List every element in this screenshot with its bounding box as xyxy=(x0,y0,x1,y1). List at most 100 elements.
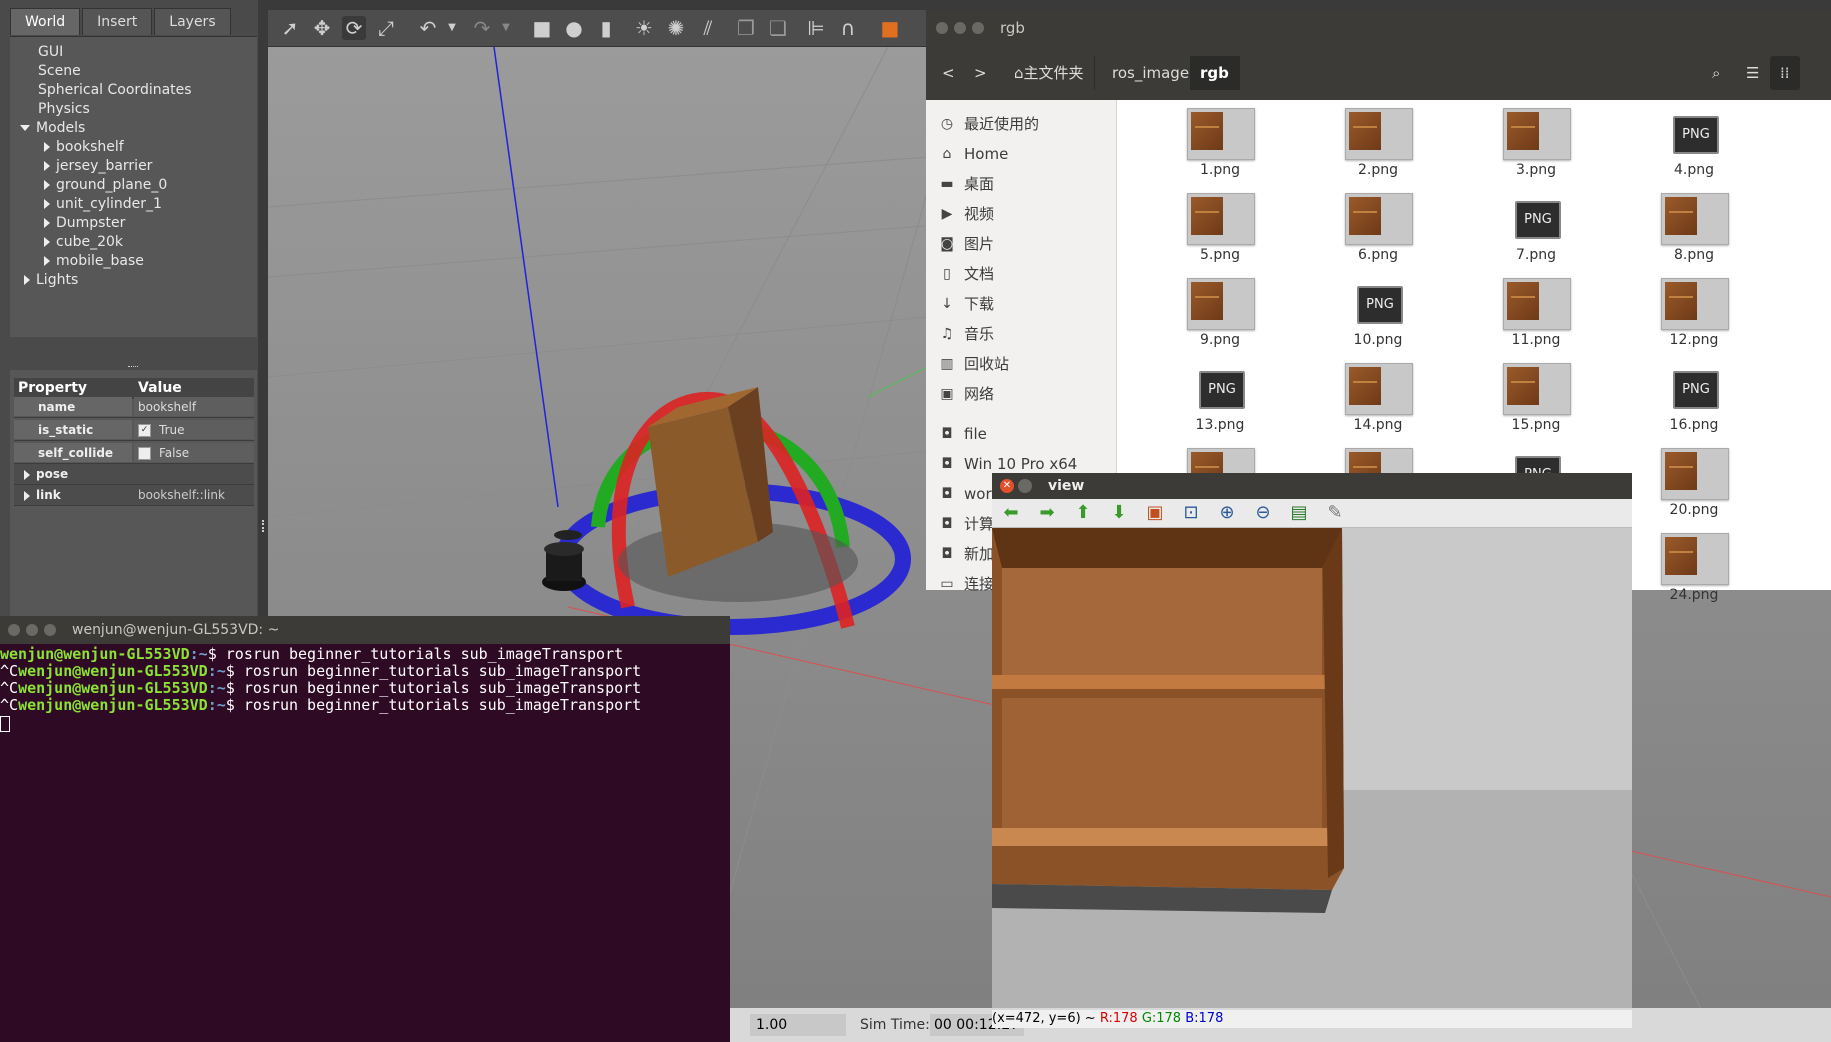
undo-history-icon[interactable]: ▼ xyxy=(440,16,464,40)
point-light-icon[interactable]: ☀ xyxy=(632,16,656,40)
property-row-self-collide[interactable]: self_collide False xyxy=(14,443,254,464)
view-titlebar[interactable]: ✕ view xyxy=(992,473,1632,499)
sidebar-item[interactable]: ◷ 最近使用的 xyxy=(926,110,1116,138)
home-image-icon[interactable]: ▣ xyxy=(1144,502,1166,524)
brush-icon[interactable]: ✎ xyxy=(1324,502,1346,524)
sidebar-item[interactable]: ▶ 视频 xyxy=(926,200,1116,228)
real-time-factor-field[interactable]: 1.00 xyxy=(750,1014,846,1036)
arrow-right-icon[interactable]: ➡ xyxy=(1036,502,1058,524)
screenshot-icon[interactable]: ■ xyxy=(878,16,902,40)
file-item[interactable]: 8.png xyxy=(1631,193,1751,273)
file-item[interactable]: 6.png xyxy=(1315,193,1435,273)
expand-right-icon[interactable] xyxy=(44,142,50,152)
file-item[interactable]: 24.png xyxy=(1631,533,1751,613)
file-item[interactable]: PNG 7.png xyxy=(1473,193,1593,273)
expand-right-icon[interactable] xyxy=(44,256,50,266)
file-item[interactable]: 15.png xyxy=(1473,363,1593,443)
redo-history-icon[interactable]: ▼ xyxy=(494,16,518,40)
property-row-name[interactable]: name bookshelf xyxy=(14,397,254,418)
zoom-rect-icon[interactable]: ⊡ xyxy=(1180,502,1202,524)
sidebar-item[interactable]: ◘ file xyxy=(926,420,1116,448)
tab-insert[interactable]: Insert xyxy=(82,8,153,35)
tree-item-spherical-coordinates[interactable]: Spherical Coordinates xyxy=(38,81,192,100)
tree-item-model[interactable]: mobile_base xyxy=(44,252,144,271)
expand-right-icon[interactable] xyxy=(44,161,50,171)
file-item[interactable]: 1.png xyxy=(1157,108,1277,188)
panel-resize-handle[interactable] xyxy=(262,520,266,532)
file-item[interactable]: PNG 16.png xyxy=(1631,363,1751,443)
breadcrumb-rgb[interactable]: rgb xyxy=(1190,56,1240,90)
zoom-out-icon[interactable]: ⊖ xyxy=(1252,502,1274,524)
expand-right-icon[interactable] xyxy=(44,237,50,247)
list-view-icon[interactable]: ☰ xyxy=(1736,56,1769,90)
tree-item-lights[interactable]: Lights xyxy=(24,271,78,290)
sidebar-item[interactable]: ⌂ Home xyxy=(926,140,1116,168)
translate-icon[interactable]: ✥ xyxy=(310,16,334,40)
tree-item-physics[interactable]: Physics xyxy=(38,100,90,119)
zoom-in-icon[interactable]: ⊕ xyxy=(1216,502,1238,524)
sidebar-item[interactable]: ♫ 音乐 xyxy=(926,320,1116,348)
terminal-output[interactable]: wenjun@wenjun-GL553VD:~$ rosrun beginner… xyxy=(0,646,730,732)
sidebar-item[interactable]: ▣ 网络 xyxy=(926,380,1116,408)
expand-right-icon[interactable] xyxy=(24,490,30,501)
tree-item-scene[interactable]: Scene xyxy=(38,62,81,81)
tree-item-model[interactable]: ground_plane_0 xyxy=(44,176,167,195)
arrow-up-icon[interactable]: ⬆ xyxy=(1072,502,1094,524)
file-item[interactable]: 3.png xyxy=(1473,108,1593,188)
copy-icon[interactable]: ❐ xyxy=(734,16,758,40)
minimize-icon[interactable] xyxy=(26,624,38,636)
rotate-icon[interactable]: ⟳ xyxy=(342,16,366,40)
close-icon[interactable]: ✕ xyxy=(1000,479,1014,493)
checkbox-unchecked-icon[interactable] xyxy=(138,447,151,460)
spot-light-icon[interactable]: ✺ xyxy=(664,16,688,40)
redo-icon[interactable]: ↷ xyxy=(470,16,494,40)
save-icon[interactable]: ▤ xyxy=(1288,502,1310,524)
expand-down-icon[interactable] xyxy=(20,125,30,131)
property-value[interactable]: bookshelf xyxy=(134,397,254,416)
tab-layers[interactable]: Layers xyxy=(154,8,231,35)
arrow-down-icon[interactable]: ⬇ xyxy=(1108,502,1130,524)
tree-item-model[interactable]: jersey_barrier xyxy=(44,157,152,176)
maximize-icon[interactable] xyxy=(44,624,56,636)
tab-world[interactable]: World xyxy=(10,8,81,35)
tree-item-models[interactable]: Models xyxy=(20,119,85,138)
sidebar-item[interactable]: ↓ 下载 xyxy=(926,290,1116,318)
property-row-is-static[interactable]: is_static ✓ True xyxy=(14,420,254,441)
breadcrumb-ros-image[interactable]: ros_image xyxy=(1102,56,1201,90)
image-view-window[interactable]: ✕ view ⬅ ➡ ⬆ ⬇ ▣ ⊡ ⊕ ⊖ ▤ ✎ (x=472, y=6) … xyxy=(992,473,1632,1028)
directional-light-icon[interactable]: ⫽ xyxy=(696,16,720,40)
expand-right-icon[interactable] xyxy=(24,275,30,285)
expand-right-icon[interactable] xyxy=(44,199,50,209)
sidebar-item[interactable]: ▬ 桌面 xyxy=(926,170,1116,198)
file-item[interactable]: 12.png xyxy=(1631,278,1751,358)
select-arrow-icon[interactable]: ➚ xyxy=(278,16,302,40)
checkbox-checked-icon[interactable]: ✓ xyxy=(138,424,151,437)
align-icon[interactable]: ⊫ xyxy=(804,16,828,40)
tree-item-model[interactable]: unit_cylinder_1 xyxy=(44,195,162,214)
file-item[interactable]: 5.png xyxy=(1157,193,1277,273)
undo-icon[interactable]: ↶ xyxy=(416,16,440,40)
property-row-link[interactable]: link bookshelf::link xyxy=(14,485,254,506)
terminal-window[interactable]: wenjun@wenjun-GL553VD: ~ wenjun@wenjun-G… xyxy=(0,616,730,1042)
grid-view-icon[interactable]: ⁞⁞ xyxy=(1770,56,1800,90)
box-shape-icon[interactable]: ■ xyxy=(530,16,554,40)
minimize-icon[interactable] xyxy=(954,22,966,34)
file-item[interactable]: 20.png xyxy=(1631,448,1751,528)
tree-item-gui[interactable]: GUI xyxy=(38,43,63,62)
expand-right-icon[interactable] xyxy=(24,469,30,480)
breadcrumb-home[interactable]: ⌂主文件夹 xyxy=(1004,56,1095,90)
minimize-icon[interactable] xyxy=(1018,479,1032,493)
tree-item-model[interactable]: Dumpster xyxy=(44,214,125,233)
forward-icon[interactable]: > xyxy=(964,56,997,90)
maximize-icon[interactable] xyxy=(972,22,984,34)
camera-image[interactable] xyxy=(992,528,1632,1008)
sidebar-item[interactable]: ◙ 图片 xyxy=(926,230,1116,258)
file-item[interactable]: 14.png xyxy=(1315,363,1435,443)
snap-magnet-icon[interactable]: ∩ xyxy=(836,16,860,40)
terminal-titlebar[interactable]: wenjun@wenjun-GL553VD: ~ xyxy=(0,616,730,644)
file-item[interactable]: PNG 13.png xyxy=(1157,363,1277,443)
file-item[interactable]: PNG 4.png xyxy=(1631,108,1751,188)
paste-icon[interactable]: ❏ xyxy=(766,16,790,40)
cylinder-shape-icon[interactable]: ▮ xyxy=(594,16,618,40)
sidebar-item[interactable]: ▯ 文档 xyxy=(926,260,1116,288)
